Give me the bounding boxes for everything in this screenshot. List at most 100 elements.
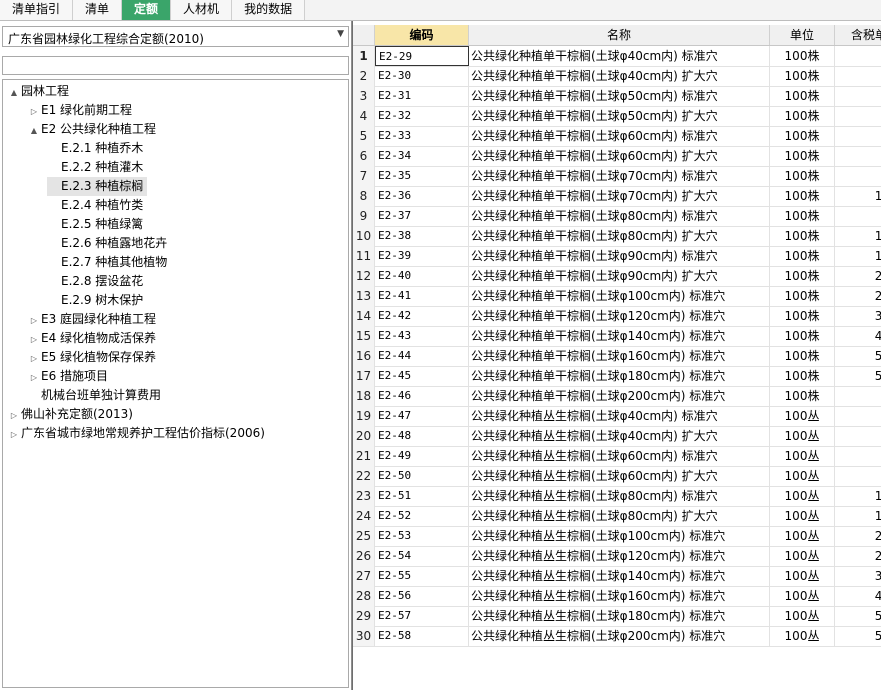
unit-cell[interactable]: 100丛 — [770, 486, 835, 506]
table-row[interactable]: 12E2-40公共绿化种植单干棕榈(土球φ90cm内) 扩大穴100株20 — [353, 266, 881, 287]
unit-cell[interactable]: 100株 — [770, 366, 835, 386]
row-number[interactable]: 9 — [353, 206, 375, 226]
table-row[interactable]: 6E2-34公共绿化种植单干棕榈(土球φ60cm内) 扩大穴100株8 — [353, 146, 881, 167]
tree-node[interactable]: ▷ E5 绿化植物保存保养 — [27, 348, 160, 367]
name-cell[interactable]: 公共绿化种植单干棕榈(土球φ140cm内) 标准穴 — [469, 326, 770, 346]
price-cell[interactable]: 3 — [835, 86, 881, 106]
tree-node[interactable]: E.2.8 摆设盆花 — [47, 272, 147, 291]
table-row[interactable]: 28E2-56公共绿化种植丛生棕榈(土球φ160cm内) 标准穴100丛44 — [353, 586, 881, 607]
unit-cell[interactable]: 100株 — [770, 46, 835, 66]
table-row[interactable]: 26E2-54公共绿化种植丛生棕榈(土球φ120cm内) 标准穴100丛28 — [353, 546, 881, 567]
expand-icon[interactable]: ▷ — [27, 368, 41, 387]
price-cell[interactable]: 4 — [835, 426, 881, 446]
tree-node[interactable]: E.2.1 种植乔木 — [47, 139, 147, 158]
table-row[interactable]: 21E2-49公共绿化种植丛生棕榈(土球φ60cm内) 标准穴100丛3 — [353, 446, 881, 467]
unit-cell[interactable]: 100丛 — [770, 566, 835, 586]
code-cell[interactable]: E2-33 — [375, 126, 469, 146]
table-row[interactable]: 13E2-41公共绿化种植单干棕榈(土球φ100cm内) 标准穴100株24 — [353, 286, 881, 307]
code-cell[interactable]: E2-29 — [375, 46, 469, 66]
price-cell[interactable]: 4 — [835, 126, 881, 146]
table-row[interactable]: 4 E2-32 公共绿化种植单干棕榈(土球φ50cm内) 扩大穴 100株 — [353, 106, 881, 127]
unit-cell[interactable]: 100丛 — [770, 526, 835, 546]
table-row[interactable]: 16E2-44公共绿化种植单干棕榈(土球φ160cm内) 标准穴100株50 — [353, 346, 881, 367]
tree-node[interactable]: E.2.9 树木保护 — [47, 291, 147, 310]
tree-node[interactable]: E.2.6 种植露地花卉 — [47, 234, 171, 253]
table-row[interactable]: 19 E2-47 公共绿化种植丛生棕榈(土球φ40cm内) 标准穴 100丛 — [353, 406, 881, 427]
row-number[interactable]: 20 — [353, 426, 375, 446]
tab-3[interactable]: 人材机 — [171, 0, 233, 20]
header-price[interactable]: 含税单价 — [835, 25, 881, 45]
price-cell[interactable]: 11 — [835, 246, 881, 266]
code-cell[interactable]: E2-53 — [375, 526, 469, 546]
code-cell[interactable]: E2-51 — [375, 486, 469, 506]
unit-cell[interactable]: 100株 — [770, 386, 835, 406]
unit-cell[interactable]: 100丛 — [770, 446, 835, 466]
name-cell[interactable]: 公共绿化种植单干棕榈(土球φ120cm内) 标准穴 — [469, 306, 770, 326]
code-cell[interactable]: E2-34 — [375, 146, 469, 166]
row-number[interactable]: 10 — [353, 226, 375, 246]
search-input[interactable] — [2, 56, 349, 75]
tree-node[interactable]: ▲ 园林工程 — [7, 82, 73, 101]
price-cell[interactable] — [835, 106, 881, 126]
table-row[interactable]: 9 E2-37 公共绿化种植单干棕榈(土球φ80cm内) 标准穴 100株 — [353, 206, 881, 227]
tree-node[interactable]: E.2.4 种植竹类 — [47, 196, 147, 215]
name-cell[interactable]: 公共绿化种植单干棕榈(土球φ80cm内) 标准穴 — [469, 206, 770, 226]
table-row[interactable]: 14E2-42公共绿化种植单干棕榈(土球φ120cm内) 标准穴100株34 — [353, 306, 881, 327]
expand-icon[interactable]: ▷ — [27, 349, 41, 368]
tree-node[interactable]: ▷ E3 庭园绿化种植工程 — [27, 310, 160, 329]
tab-4[interactable]: 我的数据 — [232, 0, 306, 20]
name-cell[interactable]: 公共绿化种植丛生棕榈(土球φ200cm内) 标准穴 — [469, 626, 770, 646]
table-row[interactable]: 27E2-55公共绿化种植丛生棕榈(土球φ140cm内) 标准穴100丛38 — [353, 566, 881, 587]
row-number[interactable]: 24 — [353, 506, 375, 526]
row-number[interactable]: 28 — [353, 586, 375, 606]
unit-cell[interactable]: 100株 — [770, 286, 835, 306]
name-cell[interactable]: 公共绿化种植单干棕榈(土球φ180cm内) 标准穴 — [469, 366, 770, 386]
name-cell[interactable]: 公共绿化种植丛生棕榈(土球φ140cm内) 标准穴 — [469, 566, 770, 586]
code-cell[interactable]: E2-44 — [375, 346, 469, 366]
unit-cell[interactable]: 100丛 — [770, 626, 835, 646]
name-cell[interactable]: 公共绿化种植丛生棕榈(土球φ60cm内) 扩大穴 — [469, 466, 770, 486]
row-number[interactable]: 16 — [353, 346, 375, 366]
row-number[interactable]: 29 — [353, 606, 375, 626]
code-cell[interactable]: E2-56 — [375, 586, 469, 606]
code-cell[interactable]: E2-38 — [375, 226, 469, 246]
name-cell[interactable]: 公共绿化种植单干棕榈(土球φ50cm内) 扩大穴 — [469, 106, 770, 126]
tree-node[interactable]: E.2.3 种植棕榈 — [47, 177, 148, 196]
collapse-icon[interactable]: ▲ — [7, 83, 21, 102]
row-number[interactable]: 17 — [353, 366, 375, 386]
row-number[interactable]: 14 — [353, 306, 375, 326]
row-number[interactable]: 7 — [353, 166, 375, 186]
library-select[interactable]: 广东省园林绿化工程综合定额(2010) ▼ — [2, 26, 349, 47]
unit-cell[interactable]: 100株 — [770, 346, 835, 366]
unit-cell[interactable]: 100丛 — [770, 546, 835, 566]
collapse-icon[interactable]: ▲ — [27, 121, 41, 140]
table-row[interactable]: 2E2-30公共绿化种植单干棕榈(土球φ40cm内) 扩大穴100株5 — [353, 66, 881, 87]
row-number[interactable]: 18 — [353, 386, 375, 406]
unit-cell[interactable]: 100株 — [770, 306, 835, 326]
code-cell[interactable]: E2-42 — [375, 306, 469, 326]
expand-icon[interactable]: ▷ — [7, 425, 21, 444]
tab-2[interactable]: 定额 — [122, 0, 172, 20]
table-row[interactable]: 25E2-53公共绿化种植丛生棕榈(土球φ100cm内) 标准穴100丛20 — [353, 526, 881, 547]
unit-cell[interactable]: 100株 — [770, 66, 835, 86]
header-name[interactable]: 名称 — [469, 25, 770, 45]
table-row[interactable]: 17E2-45公共绿化种植单干棕榈(土球φ180cm内) 标准穴100株50 — [353, 366, 881, 387]
name-cell[interactable]: 公共绿化种植丛生棕榈(土球φ160cm内) 标准穴 — [469, 586, 770, 606]
tree-node[interactable]: 机械台班单独计算费用 — [27, 386, 165, 405]
price-cell[interactable]: 12 — [835, 186, 881, 206]
unit-cell[interactable]: 100丛 — [770, 586, 835, 606]
price-cell[interactable]: 50 — [835, 346, 881, 366]
price-cell[interactable]: 28 — [835, 546, 881, 566]
name-cell[interactable]: 公共绿化种植丛生棕榈(土球φ80cm内) 扩大穴 — [469, 506, 770, 526]
price-cell[interactable] — [835, 406, 881, 426]
row-number[interactable]: 27 — [353, 566, 375, 586]
unit-cell[interactable]: 100株 — [770, 146, 835, 166]
expand-icon[interactable]: ▷ — [27, 330, 41, 349]
price-cell[interactable]: 24 — [835, 286, 881, 306]
price-cell[interactable]: 15 — [835, 226, 881, 246]
unit-cell[interactable]: 100丛 — [770, 506, 835, 526]
code-cell[interactable]: E2-50 — [375, 466, 469, 486]
row-number[interactable]: 5 — [353, 126, 375, 146]
name-cell[interactable]: 公共绿化种植丛生棕榈(土球φ80cm内) 标准穴 — [469, 486, 770, 506]
row-number[interactable]: 30 — [353, 626, 375, 646]
